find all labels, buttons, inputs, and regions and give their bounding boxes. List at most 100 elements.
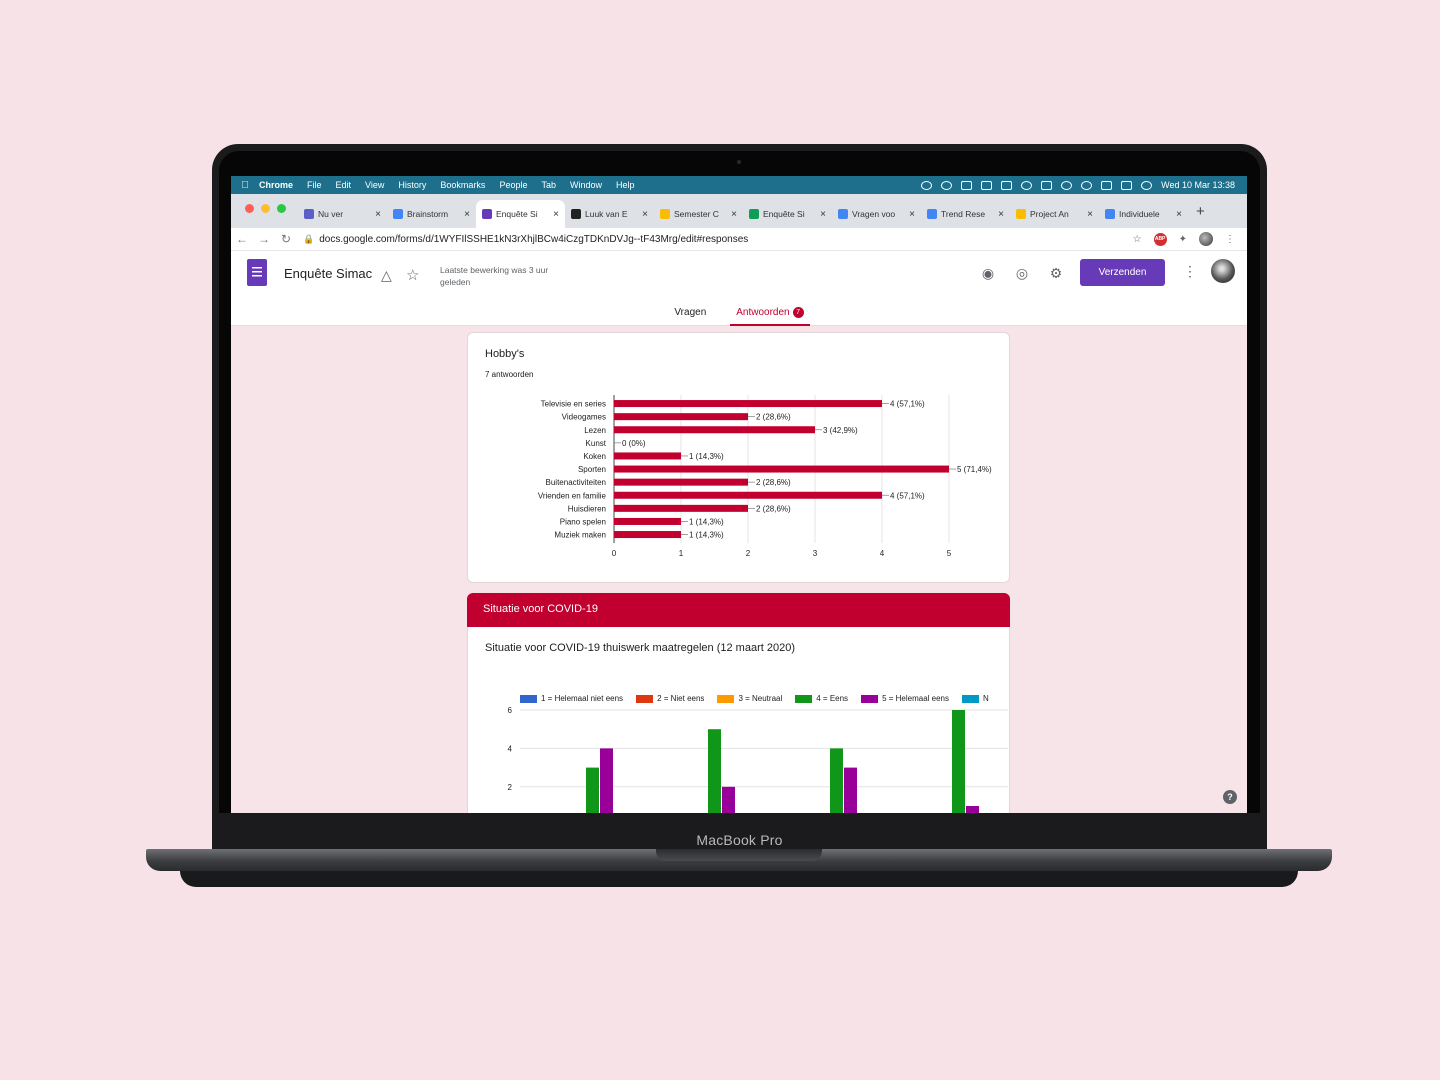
extensions-icon[interactable]: ✦ xyxy=(1179,234,1187,245)
close-tab-icon[interactable]: × xyxy=(1087,209,1093,220)
palette-icon[interactable]: ◉ xyxy=(979,265,997,283)
zoom-window-button[interactable] xyxy=(277,204,286,213)
user-icon[interactable] xyxy=(1081,180,1093,190)
close-tab-icon[interactable]: × xyxy=(909,209,915,220)
preview-eye-icon[interactable]: ◎ xyxy=(1013,265,1031,283)
bar[interactable] xyxy=(614,426,815,434)
lock-icon[interactable]: 🔒 xyxy=(303,234,314,245)
bar[interactable] xyxy=(614,400,882,408)
bar[interactable] xyxy=(952,710,965,813)
menu-file[interactable]: File xyxy=(307,180,322,190)
bar[interactable] xyxy=(844,767,857,813)
bar[interactable] xyxy=(614,452,681,460)
adblock-icon[interactable]: ABP xyxy=(1153,232,1167,246)
display-icon[interactable] xyxy=(981,180,993,190)
last-edit-text[interactable]: Laatste bewerking was 3 uur geleden xyxy=(440,264,550,288)
menu-history[interactable]: History xyxy=(398,180,426,190)
chrome-menu-icon[interactable]: ⋮ xyxy=(1225,234,1235,245)
siri-icon[interactable] xyxy=(1141,180,1153,190)
bar[interactable] xyxy=(614,491,882,499)
tab-responses[interactable]: Antwoorden 7 xyxy=(730,305,810,326)
apple-icon[interactable]:  xyxy=(231,180,259,191)
bar[interactable] xyxy=(614,413,748,421)
bar[interactable] xyxy=(722,786,735,813)
browser-tab[interactable]: Individuele × xyxy=(1099,200,1188,228)
menu-edit[interactable]: Edit xyxy=(336,180,352,190)
close-tab-icon[interactable]: × xyxy=(820,209,826,220)
browser-tab[interactable]: Project An × xyxy=(1010,200,1099,228)
browser-tab[interactable]: Nu ver × xyxy=(298,200,387,228)
browser-tab[interactable]: Luuk van E × xyxy=(565,200,654,228)
bar[interactable] xyxy=(614,531,681,539)
settings-gear-icon[interactable]: ⚙ xyxy=(1047,265,1065,283)
x-tick-label: 5 xyxy=(947,549,952,558)
menu-bookmarks[interactable]: Bookmarks xyxy=(440,180,485,190)
covid-bar-chart: 2 4 6 xyxy=(508,706,1008,813)
tab-questions[interactable]: Vragen xyxy=(668,305,712,326)
new-tab-button[interactable]: + xyxy=(1188,203,1213,228)
browser-tab[interactable]: Trend Rese × xyxy=(921,200,1010,228)
tab-label: Project An xyxy=(1030,209,1069,219)
bar[interactable] xyxy=(614,465,949,473)
menu-view[interactable]: View xyxy=(365,180,384,190)
transfer-icon[interactable] xyxy=(1001,180,1013,190)
search-icon[interactable] xyxy=(1061,180,1073,190)
url-text[interactable]: docs.google.com/forms/d/1WYFIlSSHE1kN3rX… xyxy=(319,234,748,245)
menu-window[interactable]: Window xyxy=(570,180,602,190)
bar[interactable] xyxy=(614,478,748,486)
tab-strip: Nu ver × Brainstorm × Enquête Si × Luuk van E ×… xyxy=(231,194,1247,228)
profile-avatar[interactable] xyxy=(1199,232,1213,246)
browser-tab[interactable]: Enquête Si × xyxy=(476,200,565,228)
cloud-icon[interactable] xyxy=(961,180,973,190)
responses-count-badge: 7 xyxy=(792,307,804,318)
google-forms-icon[interactable] xyxy=(247,259,267,286)
close-tab-icon[interactable]: × xyxy=(642,209,648,220)
menu-tab[interactable]: Tab xyxy=(541,180,556,190)
wifi-icon[interactable] xyxy=(1021,180,1033,190)
forward-icon[interactable]: → xyxy=(253,232,275,246)
bar[interactable] xyxy=(966,806,979,813)
x-tick-label: 1 xyxy=(679,549,684,558)
close-tab-icon[interactable]: × xyxy=(464,209,470,220)
browser-tab[interactable]: Semester C × xyxy=(654,200,743,228)
close-tab-icon[interactable]: × xyxy=(375,209,381,220)
reload-icon[interactable]: ↻ xyxy=(275,232,297,246)
omnibox[interactable]: 🔒 docs.google.com/forms/d/1WYFIlSSHE1kN3… xyxy=(303,234,1133,245)
close-tab-icon[interactable]: × xyxy=(998,209,1004,220)
battery-icon[interactable] xyxy=(1041,180,1053,190)
tab-label: Vragen voo xyxy=(852,209,896,219)
account-avatar[interactable] xyxy=(1211,259,1235,283)
clock[interactable]: Wed 10 Mar 13:38 xyxy=(1161,180,1235,190)
close-window-button[interactable] xyxy=(245,204,254,213)
bar[interactable] xyxy=(614,504,748,512)
close-tab-icon[interactable]: × xyxy=(553,209,559,220)
close-tab-icon[interactable]: × xyxy=(731,209,737,220)
bar[interactable] xyxy=(830,748,843,813)
record-icon[interactable] xyxy=(941,180,953,190)
back-icon[interactable]: ← xyxy=(231,232,253,246)
bar[interactable] xyxy=(708,729,721,813)
star-icon[interactable]: ☆ xyxy=(406,266,419,284)
menu-people[interactable]: People xyxy=(499,180,527,190)
browser-tab[interactable]: Enquête Si × xyxy=(743,200,832,228)
minimize-window-button[interactable] xyxy=(261,204,270,213)
menu-app[interactable]: Chrome xyxy=(259,180,293,190)
bar[interactable] xyxy=(600,748,613,813)
y-tick-label: 4 xyxy=(508,744,513,753)
more-options-icon[interactable]: ⋮ xyxy=(1183,263,1197,280)
accessibility-icon[interactable] xyxy=(921,180,933,190)
browser-tab[interactable]: Vragen voo × xyxy=(832,200,921,228)
browser-tab[interactable]: Brainstorm × xyxy=(387,200,476,228)
send-button[interactable]: Verzenden xyxy=(1080,259,1165,286)
control-center-icon[interactable] xyxy=(1121,180,1133,190)
bookmark-star-icon[interactable]: ☆ xyxy=(1133,234,1142,245)
move-to-folder-icon[interactable]: △ xyxy=(381,267,392,284)
keyboard-icon[interactable] xyxy=(1101,180,1113,190)
form-title[interactable]: Enquête Simac xyxy=(284,266,372,281)
help-icon[interactable]: ? xyxy=(1223,790,1237,804)
menu-help[interactable]: Help xyxy=(616,180,635,190)
bar[interactable] xyxy=(614,517,681,525)
close-tab-icon[interactable]: × xyxy=(1176,209,1182,220)
bar[interactable] xyxy=(586,767,599,813)
data-label: 3 (42,9%) xyxy=(823,426,858,435)
